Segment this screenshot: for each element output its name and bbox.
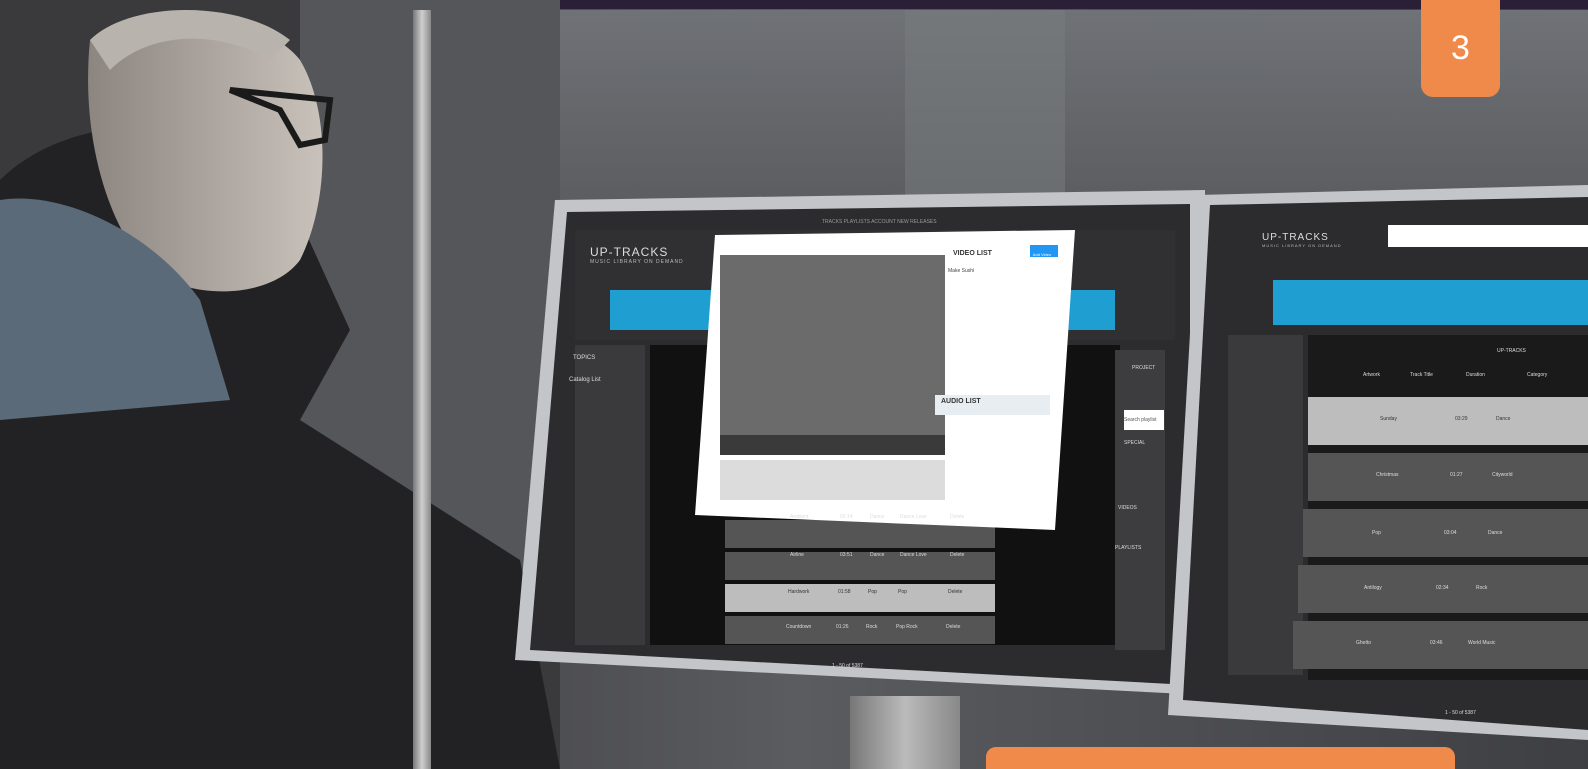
track-mood: Pop Rock xyxy=(896,624,918,630)
track-genre: Dance xyxy=(1496,416,1511,422)
logo-subtitle: MUSIC LIBRARY ON DEMAND xyxy=(590,259,684,265)
table-column-category: Category xyxy=(1527,372,1548,378)
right-app-logo: UP-TRACKS MUSIC LIBRARY ON DEMAND xyxy=(1262,232,1342,248)
track-genre: Dance xyxy=(870,552,885,558)
track-title: Christmas xyxy=(1376,472,1399,478)
background-pillar xyxy=(905,10,1065,210)
track-duration: 03:46 xyxy=(1430,640,1443,646)
track-mood: Dance Love xyxy=(900,552,927,558)
left-app-logo: UP-TRACKS MUSIC LIBRARY ON DEMAND xyxy=(590,245,684,265)
audio-list-title: AUDIO LIST xyxy=(941,398,981,405)
right-pagination: 1 - 50 of 5387 xyxy=(1445,710,1476,716)
playlist-search-input[interactable]: Search playlist xyxy=(1124,410,1164,430)
special-label[interactable]: SPECIAL xyxy=(1124,440,1145,446)
track-title: Countdown xyxy=(786,624,812,630)
table-column-title: Track Title xyxy=(1410,372,1433,378)
playlists-label[interactable]: PLAYLISTS xyxy=(1115,545,1141,551)
monitor-stand xyxy=(850,696,960,769)
track-title: Hardwork xyxy=(788,589,810,595)
track-duration: 02:34 xyxy=(1436,585,1449,591)
lab-stand-pole xyxy=(413,10,431,769)
sidebar-item-catalog[interactable]: Catalog List xyxy=(569,377,601,383)
person-silhouette xyxy=(0,0,560,769)
track-duration: 03:29 xyxy=(1455,416,1468,422)
left-monitor xyxy=(515,190,1205,695)
track-genre: Rock xyxy=(866,624,878,630)
delete-button[interactable]: Delete xyxy=(948,589,962,595)
logo-subtitle: MUSIC LIBRARY ON DEMAND xyxy=(1262,243,1342,248)
pagination: 1 - 50 of 5387 xyxy=(832,663,863,669)
photo-scene: UP-TRACKS MUSIC LIBRARY ON DEMAND TRACKS… xyxy=(0,0,1588,769)
right-monitor xyxy=(1168,185,1588,740)
track-mood: Pop xyxy=(898,589,907,595)
table-column-duration: Duration xyxy=(1466,372,1485,378)
track-genre: Rock xyxy=(1476,585,1488,591)
bottom-accent-tab xyxy=(986,747,1455,769)
track-duration: 01:27 xyxy=(1450,472,1463,478)
sidebar-title: TOPICS xyxy=(573,355,596,361)
add-video-button[interactable]: Add Video xyxy=(1030,250,1054,260)
delete-button[interactable]: Delete xyxy=(950,514,964,520)
track-mood: Dance Love xyxy=(900,514,927,520)
video-list-title: VIDEO LIST xyxy=(953,250,992,257)
track-duration: 01:58 xyxy=(838,589,851,595)
track-duration: 02:14 xyxy=(840,514,853,520)
delete-button[interactable]: Delete xyxy=(950,552,964,558)
project-title: PROJECT xyxy=(1132,365,1156,371)
track-duration: 03:51 xyxy=(840,552,853,558)
track-duration: 01:26 xyxy=(836,624,849,630)
track-genre: Dance xyxy=(1488,530,1503,536)
track-title: Antilogy xyxy=(1364,585,1382,591)
delete-button[interactable]: Delete xyxy=(946,624,960,630)
app-nav[interactable]: TRACKS PLAYLISTS ACCOUNT NEW RELEASES xyxy=(822,219,937,225)
right-header-label: UP-TRACKS xyxy=(1497,348,1526,354)
logo-text: UP-TRACKS xyxy=(590,245,669,259)
track-title: Airline xyxy=(790,552,804,558)
track-genre: Dance xyxy=(870,514,885,520)
track-title: Sunday xyxy=(1380,416,1397,422)
track-genre: Cityworld xyxy=(1492,472,1513,478)
track-title: Ghetto xyxy=(1356,640,1372,646)
track-genre: World Music xyxy=(1468,640,1496,646)
table-column-artwork: Artwork xyxy=(1363,372,1380,378)
track-title: Pop xyxy=(1372,530,1381,536)
track-duration: 03:04 xyxy=(1444,530,1457,536)
video-list-item[interactable]: Make Sushi xyxy=(948,268,974,274)
track-genre: Pop xyxy=(868,589,877,595)
track-title: Ambient xyxy=(790,514,809,520)
videos-label[interactable]: VIDEOS xyxy=(1118,505,1137,511)
logo-text: UP-TRACKS xyxy=(1262,232,1329,243)
step-number-badge: 3 xyxy=(1421,0,1500,97)
